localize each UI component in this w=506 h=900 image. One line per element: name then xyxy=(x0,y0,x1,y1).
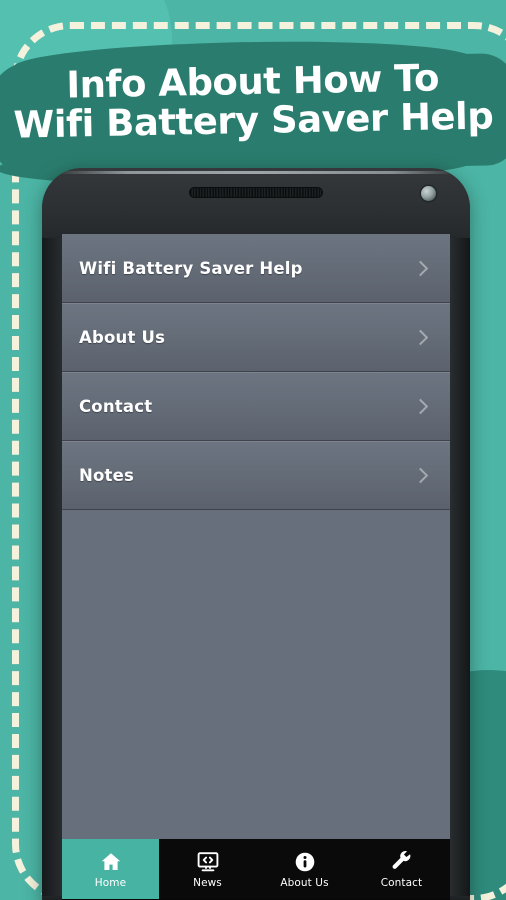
tab-news[interactable]: News xyxy=(159,839,256,899)
front-camera-icon xyxy=(421,186,436,201)
news-monitor-code-icon xyxy=(197,851,218,871)
menu-item-label: Wifi Battery Saver Help xyxy=(79,258,303,278)
chevron-right-icon xyxy=(412,467,429,484)
tab-contact[interactable]: Contact xyxy=(353,839,450,899)
chevron-right-icon xyxy=(412,398,429,415)
menu-item-label: Notes xyxy=(79,466,135,485)
chevron-right-icon xyxy=(412,260,429,276)
tab-news-label: News xyxy=(193,876,222,889)
menu-item-contact[interactable]: Contact xyxy=(62,372,450,441)
bottom-tab-bar: Home News About Us Contact xyxy=(62,839,450,899)
tab-home-label: Home xyxy=(94,876,127,889)
bezel-highlight xyxy=(56,171,456,174)
phone-screen: Wifi Battery Saver Help About Us Contact… xyxy=(62,234,450,839)
menu-item-about-us[interactable]: About Us xyxy=(62,303,450,372)
phone-mockup: Wifi Battery Saver Help About Us Contact… xyxy=(42,168,470,900)
tab-about-us[interactable]: About Us xyxy=(256,839,353,899)
tab-contact-label: Contact xyxy=(380,876,423,889)
title-line-2: Wifi Battery Saver Help xyxy=(13,94,494,147)
wrench-icon xyxy=(392,850,410,869)
page-title: Info About How To Wifi Battery Saver Hel… xyxy=(0,56,506,147)
chevron-right-icon xyxy=(412,329,429,346)
menu-item-notes[interactable]: Notes xyxy=(62,441,450,510)
earpiece-speaker-icon xyxy=(189,187,323,198)
phone-top-bezel xyxy=(42,168,470,238)
info-circle-icon xyxy=(295,852,314,871)
home-icon xyxy=(101,852,120,870)
tab-home[interactable]: Home xyxy=(62,839,159,899)
main-menu-list: Wifi Battery Saver Help About Us Contact… xyxy=(62,234,450,510)
menu-item-label: Contact xyxy=(79,397,153,416)
tab-about-us-label: About Us xyxy=(280,876,329,889)
menu-item-wifi-battery-saver-help[interactable]: Wifi Battery Saver Help xyxy=(62,234,450,303)
menu-item-label: About Us xyxy=(79,328,166,347)
